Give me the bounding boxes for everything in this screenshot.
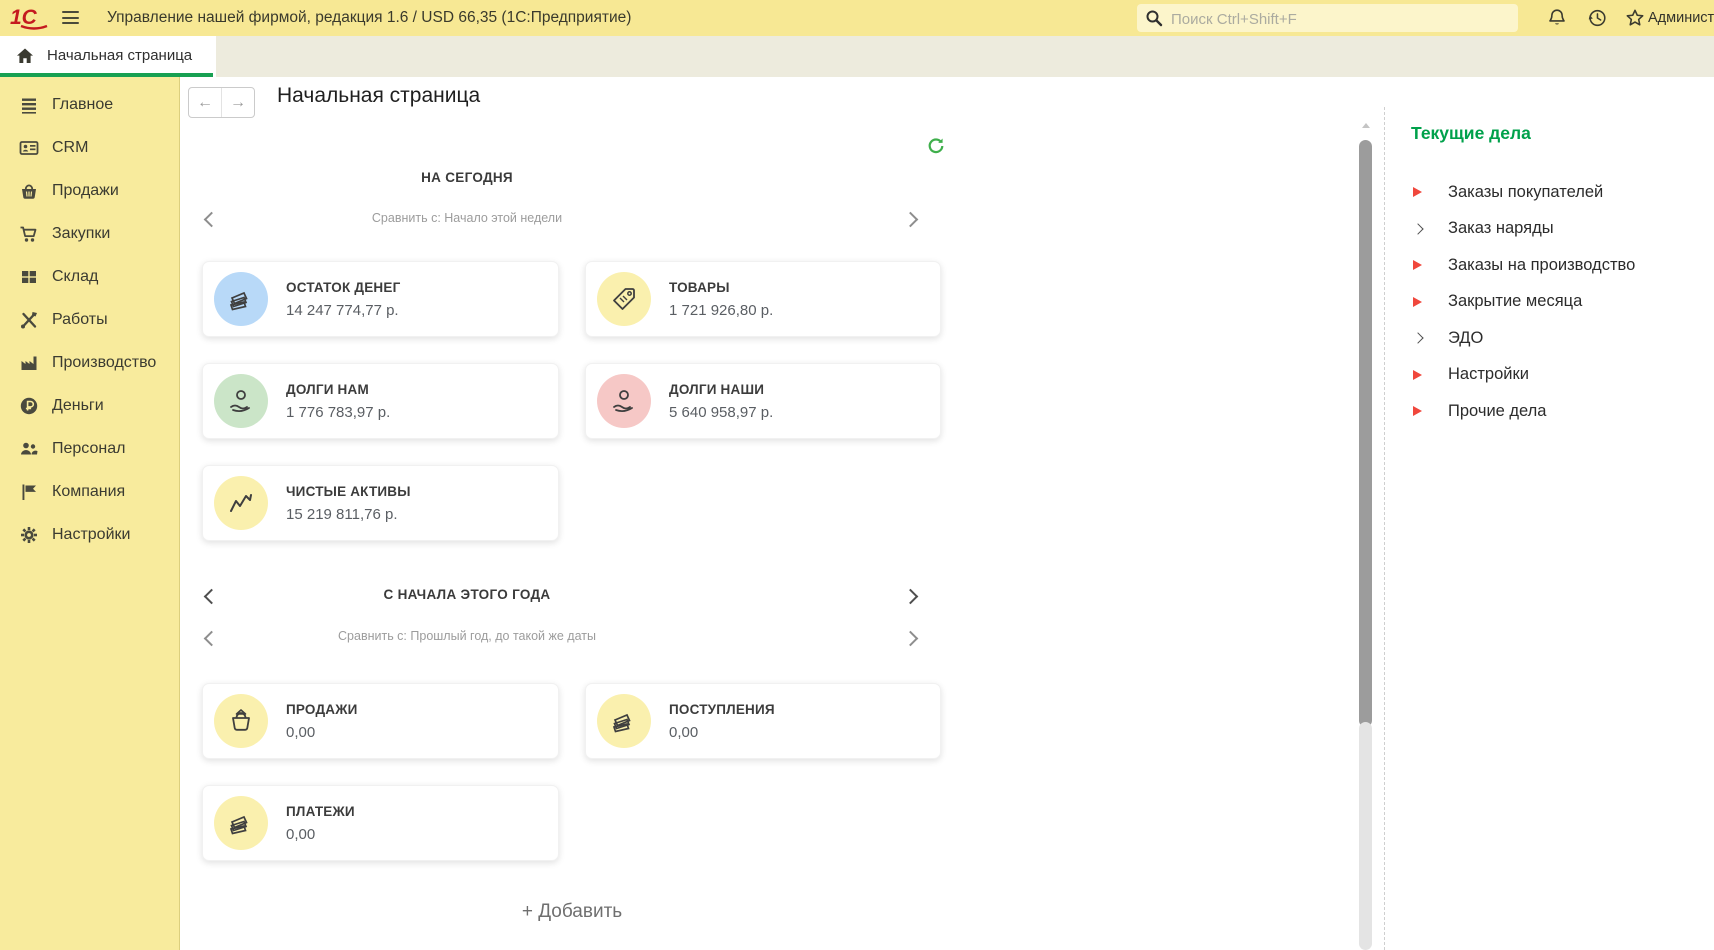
sidebar-item-settings[interactable]: Настройки bbox=[0, 513, 179, 556]
tab-label: Начальная страница bbox=[47, 36, 192, 77]
card-sales[interactable]: ПРОДАЖИ 0,00 bbox=[202, 683, 559, 759]
staff-icon bbox=[19, 439, 39, 459]
red-triangle-icon bbox=[1413, 297, 1433, 307]
card-payments[interactable]: ПЛАТЕЖИ 0,00 bbox=[202, 785, 559, 861]
card-debts-to-us[interactable]: ДОЛГИ НАМ 1 776 783,97 р. bbox=[202, 363, 559, 439]
sales-icon bbox=[19, 181, 39, 201]
card-circle bbox=[214, 272, 268, 326]
money-icon bbox=[19, 396, 39, 416]
search-box bbox=[1137, 4, 1518, 32]
compare-next-chevron[interactable] bbox=[903, 212, 919, 228]
tab-home-page[interactable]: Начальная страница bbox=[0, 36, 216, 77]
crm-icon bbox=[19, 138, 39, 158]
card-circle bbox=[597, 272, 651, 326]
todo-panel: Текущие дела Заказы покупателей Заказ на… bbox=[1384, 107, 1714, 950]
refresh-icon[interactable] bbox=[927, 137, 945, 155]
card-goods[interactable]: ТОВАРЫ 1 721 926,80 р. bbox=[585, 261, 941, 337]
section-ytd-compare[interactable]: Сравнить с: Прошлый год, до такой же дат… bbox=[202, 629, 732, 643]
sidebar-item-main[interactable]: Главное bbox=[0, 83, 179, 126]
section-ytd-title: С НАЧАЛА ЭТОГО ГОДА bbox=[202, 587, 732, 602]
scrollbar-thumb[interactable] bbox=[1359, 140, 1372, 727]
todo-item-month-closing[interactable]: Закрытие месяца bbox=[1385, 284, 1714, 321]
app-window: 1С Управление нашей фирмой, редакция 1.6… bbox=[0, 0, 1714, 950]
todo-item-settings[interactable]: Настройки bbox=[1385, 357, 1714, 394]
current-user[interactable]: Администратор bbox=[1648, 0, 1714, 36]
purchases-icon bbox=[19, 224, 39, 244]
section-today-compare[interactable]: Сравнить с: Начало этой недели bbox=[202, 211, 732, 225]
history-icon[interactable] bbox=[1586, 7, 1608, 29]
section-next-chevron[interactable] bbox=[903, 589, 919, 605]
card-cash-balance[interactable]: ОСТАТОК ДЕНЕГ 14 247 774,77 р. bbox=[202, 261, 559, 337]
works-icon bbox=[19, 310, 39, 330]
todo-item-edo[interactable]: ЭДО bbox=[1385, 320, 1714, 357]
notifications-bell-icon[interactable] bbox=[1546, 7, 1568, 29]
search-icon bbox=[1145, 9, 1163, 27]
section-today-title: НА СЕГОДНЯ bbox=[202, 170, 732, 185]
card-circle bbox=[214, 374, 268, 428]
scrollbar-up-arrow[interactable] bbox=[1362, 123, 1370, 128]
search-input[interactable] bbox=[1169, 4, 1513, 34]
history-nav-buttons: ← → bbox=[188, 87, 255, 118]
scrollbar-track[interactable] bbox=[1359, 722, 1372, 950]
sidebar-item-purchases[interactable]: Закупки bbox=[0, 212, 179, 255]
compare-next-chevron[interactable] bbox=[903, 631, 919, 647]
sidebar-item-crm[interactable]: CRM bbox=[0, 126, 179, 169]
1c-logo-icon[interactable]: 1С bbox=[10, 5, 50, 31]
red-triangle-icon bbox=[1413, 406, 1433, 416]
card-circle bbox=[597, 374, 651, 428]
sidebar-item-company[interactable]: Компания bbox=[0, 470, 179, 513]
sidebar-item-warehouse[interactable]: Склад bbox=[0, 255, 179, 298]
red-triangle-icon bbox=[1413, 370, 1433, 380]
red-triangle-icon bbox=[1413, 260, 1433, 270]
main-menu-icon[interactable] bbox=[62, 11, 79, 25]
price-tag-icon bbox=[609, 284, 639, 314]
sidebar-item-production[interactable]: Производство bbox=[0, 341, 179, 384]
card-circle bbox=[214, 694, 268, 748]
card-circle bbox=[597, 694, 651, 748]
chevron-right-icon bbox=[1413, 334, 1433, 342]
chart-line-icon bbox=[226, 488, 256, 518]
todo-item-other[interactable]: Прочие дела bbox=[1385, 393, 1714, 430]
page-title: Начальная страница bbox=[277, 84, 480, 108]
sidebar-item-sales[interactable]: Продажи bbox=[0, 169, 179, 212]
add-widget-link[interactable]: + Добавить bbox=[202, 901, 942, 923]
window-title: Управление нашей фирмой, редакция 1.6 / … bbox=[107, 0, 631, 36]
todo-item-production-orders[interactable]: Заказы на производство bbox=[1385, 247, 1714, 284]
production-icon bbox=[19, 353, 39, 373]
favorites-star-icon[interactable] bbox=[1624, 7, 1646, 29]
forward-button[interactable]: → bbox=[222, 88, 254, 117]
sidebar-item-staff[interactable]: Персонал bbox=[0, 427, 179, 470]
debtor-icon bbox=[609, 386, 639, 416]
svg-text:1С: 1С bbox=[10, 6, 38, 29]
home-icon bbox=[16, 47, 34, 70]
tab-bar: Начальная страница bbox=[0, 36, 1714, 77]
list-icon bbox=[19, 95, 39, 115]
card-circle bbox=[214, 796, 268, 850]
money-stack-icon bbox=[226, 284, 256, 314]
card-net-assets[interactable]: ЧИСТЫЕ АКТИВЫ 15 219 811,76 р. bbox=[202, 465, 559, 541]
warehouse-icon bbox=[19, 267, 39, 287]
top-bar: 1С Управление нашей фирмой, редакция 1.6… bbox=[0, 0, 1714, 36]
red-triangle-icon bbox=[1413, 187, 1433, 197]
settings-icon bbox=[19, 525, 39, 545]
basket-icon bbox=[226, 706, 256, 736]
debtor-icon bbox=[226, 386, 256, 416]
sidebar-item-works[interactable]: Работы bbox=[0, 298, 179, 341]
chevron-right-icon bbox=[1413, 225, 1433, 233]
sidebar: Главное CRM Продажи Закупки Склад Работы bbox=[0, 77, 180, 950]
money-stack-icon bbox=[609, 706, 639, 736]
card-circle bbox=[214, 476, 268, 530]
card-receipts[interactable]: ПОСТУПЛЕНИЯ 0,00 bbox=[585, 683, 941, 759]
company-icon bbox=[19, 482, 39, 502]
sidebar-item-money[interactable]: Деньги bbox=[0, 384, 179, 427]
main-content: ← → Начальная страница НА СЕГОДНЯ Сравни… bbox=[180, 77, 1714, 950]
money-stack-icon bbox=[226, 808, 256, 838]
back-button[interactable]: ← bbox=[189, 88, 222, 117]
card-our-debts[interactable]: ДОЛГИ НАШИ 5 640 958,97 р. bbox=[585, 363, 941, 439]
todo-panel-title: Текущие дела bbox=[1411, 123, 1714, 144]
ytd-cards-grid: ПРОДАЖИ 0,00 ПОСТУПЛЕНИЯ 0,00 ПЛАТЕЖИ bbox=[202, 683, 942, 861]
today-cards-grid: ОСТАТОК ДЕНЕГ 14 247 774,77 р. ТОВАРЫ 1 … bbox=[202, 261, 942, 541]
todo-item-customer-orders[interactable]: Заказы покупателей bbox=[1385, 174, 1714, 211]
todo-item-work-orders[interactable]: Заказ наряды bbox=[1385, 211, 1714, 248]
